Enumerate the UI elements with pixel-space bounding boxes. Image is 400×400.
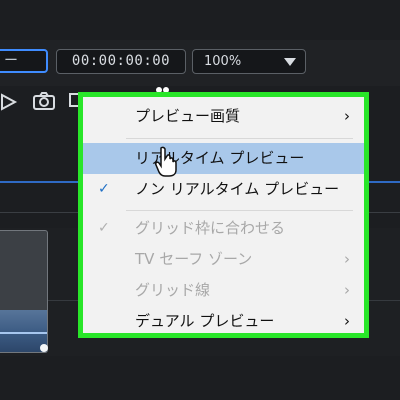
video-editor-screen: ー 00:00:00:00 100% プレビュー画質 › リアルタイム プレビュ… [0,0,400,400]
menu-item-label: TV セーフ ゾーン [135,250,253,268]
menu-item-dual-preview[interactable]: デュアル プレビュー › [83,306,364,337]
checkmark-icon: ✓ [98,220,110,236]
clip-keyframe-handle[interactable] [40,344,48,352]
submenu-arrow-icon: › [344,250,350,268]
menu-item-label: デュアル プレビュー [135,312,275,330]
menu-item-label: グリッド枠に合わせる [135,219,286,237]
timecode-input-left[interactable]: ー [0,49,48,73]
video-clip[interactable] [0,230,48,353]
chevron-down-icon [284,58,296,66]
mouse-pointer-icon [155,146,177,177]
menu-item-label: グリッド線 [135,281,211,299]
camera-icon[interactable] [32,91,56,111]
menu-item-tv-safe-zone: TV セーフ ゾーン › [83,244,364,275]
zoom-select-value: 100% [204,54,242,69]
menu-item-non-realtime-preview[interactable]: ✓ ノン リアルタイム プレビュー [83,174,364,205]
menu-item-label: ノン リアルタイム プレビュー [135,180,340,198]
menu-item-label: プレビュー画質 [135,107,241,125]
play-icon[interactable] [0,92,20,112]
submenu-arrow-icon: › [344,312,350,330]
menu-divider [126,210,353,211]
submenu-arrow-icon: › [344,281,350,299]
menu-item-preview-quality[interactable]: プレビュー画質 › [83,101,364,132]
timecode-display-text: 00:00:00:00 [71,53,171,69]
zoom-select[interactable]: 100% [192,49,306,74]
preview-context-menu: プレビュー画質 › リアルタイム プレビュー ✓ ノン リアルタイム プレビュー… [78,92,369,338]
timecode-display[interactable]: 00:00:00:00 [56,49,186,74]
menu-item-realtime-preview[interactable]: リアルタイム プレビュー [83,143,364,174]
menu-item-snap-to-grid: ✓ グリッド枠に合わせる [83,213,364,244]
audio-waveform-line [0,332,47,334]
preview-context-menu-panel: プレビュー画質 › リアルタイム プレビュー ✓ ノン リアルタイム プレビュー… [83,97,364,333]
checkmark-icon: ✓ [98,181,110,197]
submenu-arrow-icon: › [344,107,350,125]
menu-item-grid-lines: グリッド線 › [83,275,364,306]
menu-divider [126,138,353,139]
timecode-input-left-text: ー [4,53,18,69]
